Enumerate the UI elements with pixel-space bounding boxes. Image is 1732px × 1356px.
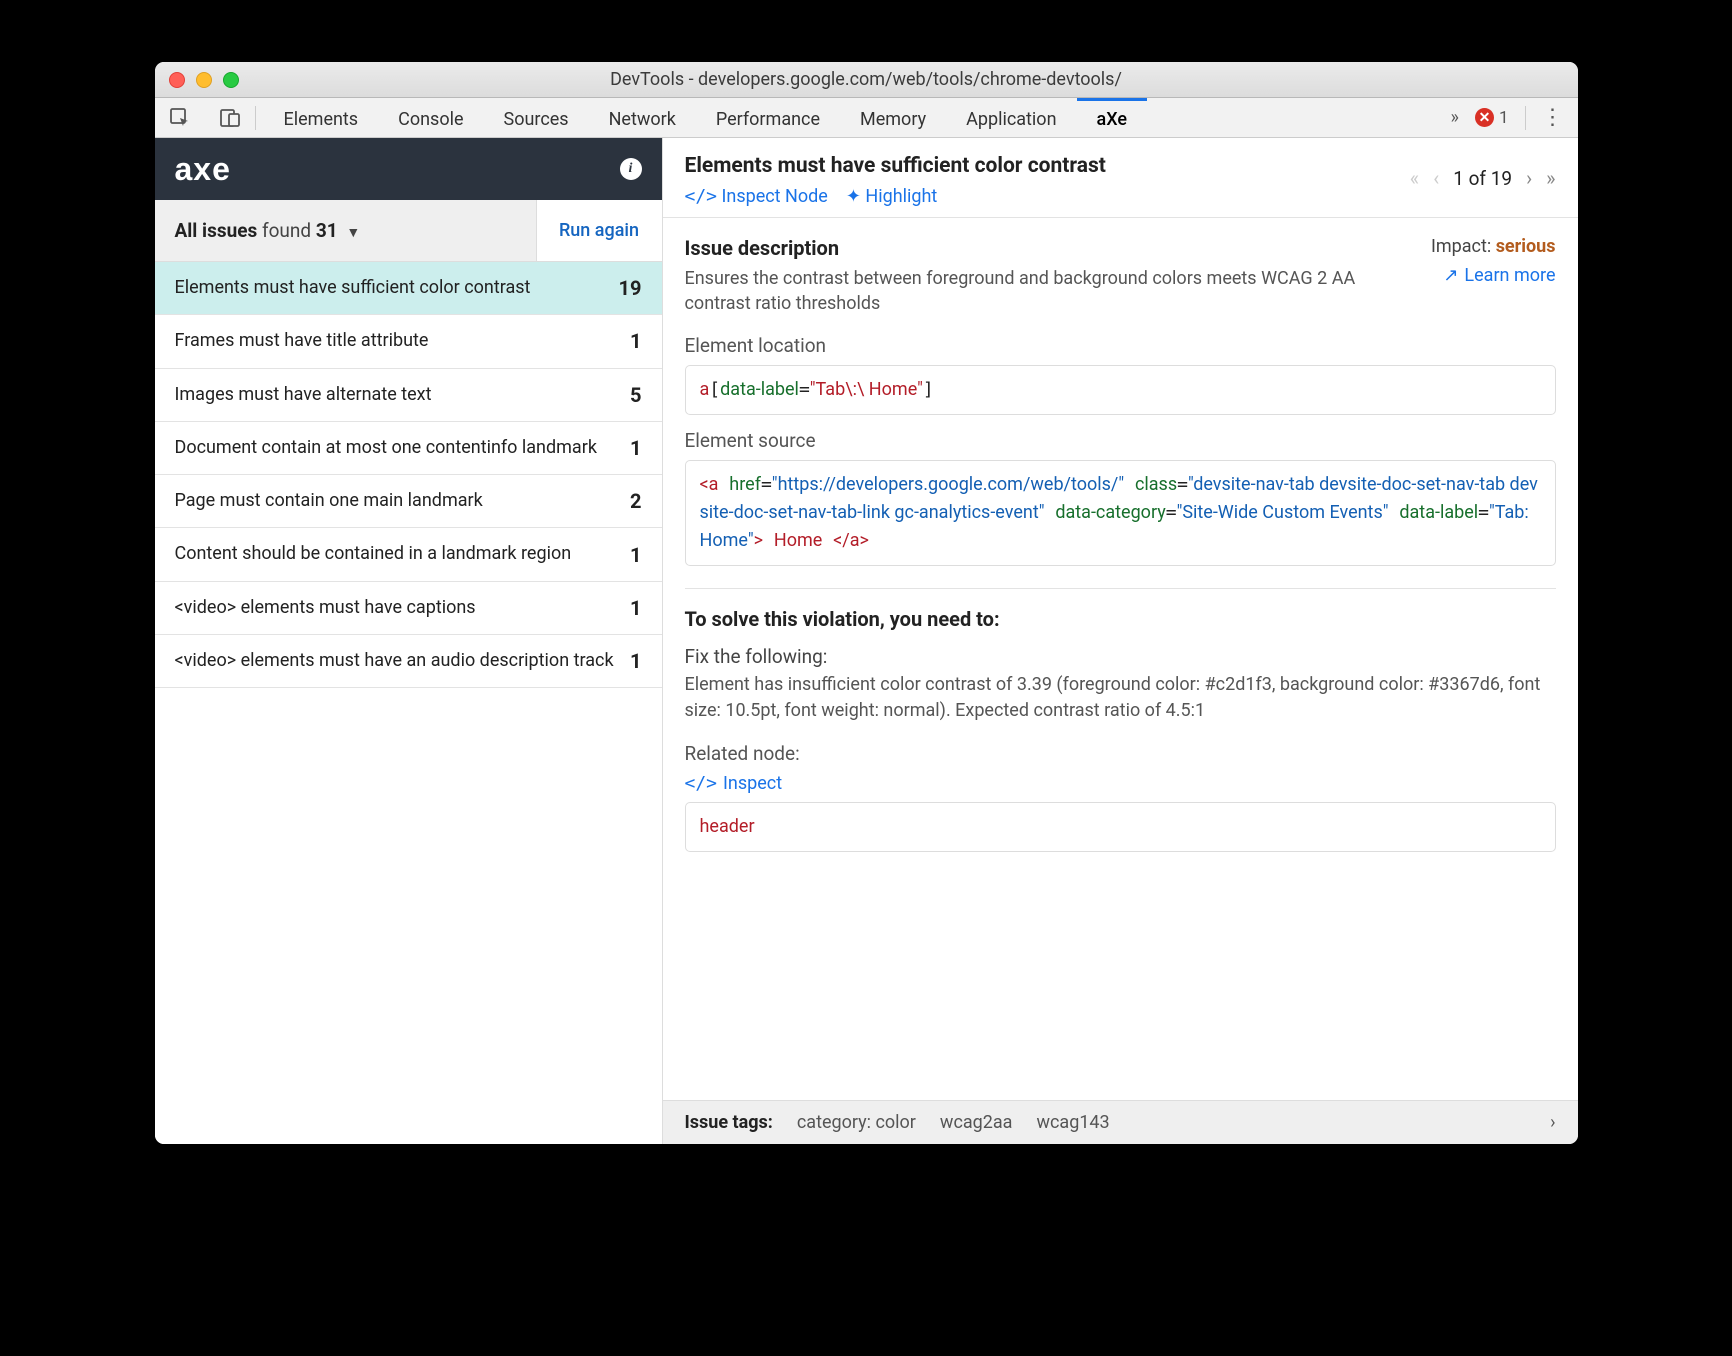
pager-next-icon[interactable]: › — [1526, 166, 1532, 190]
tab-axe[interactable]: aXe — [1077, 98, 1147, 137]
tab-console[interactable]: Console — [378, 98, 483, 137]
issue-row[interactable]: <video> elements must have an audio desc… — [155, 635, 662, 688]
detail-title: Elements must have sufficient color cont… — [685, 154, 1410, 178]
tab-network[interactable]: Network — [589, 98, 696, 137]
separator — [685, 588, 1556, 589]
issue-description-heading: Issue description — [685, 236, 1407, 260]
issue-row[interactable]: Content should be contained in a landmar… — [155, 528, 662, 581]
element-source-label: Element source — [685, 429, 1556, 452]
tab-application[interactable]: Application — [946, 98, 1076, 137]
tab-sources[interactable]: Sources — [484, 98, 589, 137]
fix-text: Element has insufficient color contrast … — [685, 672, 1556, 724]
issue-row[interactable]: <video> elements must have captions1 — [155, 582, 662, 635]
pager-last-icon[interactable]: » — [1546, 166, 1555, 190]
issues-list: Elements must have sufficient color cont… — [155, 262, 662, 1144]
issue-tags-label: Issue tags: — [685, 1112, 773, 1133]
tag: category: color — [797, 1112, 916, 1133]
detail-body: Issue description Ensures the contrast b… — [663, 218, 1578, 1100]
detail-header: Elements must have sufficient color cont… — [663, 138, 1578, 218]
fix-label: Fix the following: — [685, 645, 1556, 668]
issue-detail: Elements must have sufficient color cont… — [663, 138, 1578, 1144]
issue-row[interactable]: Document contain at most one contentinfo… — [155, 422, 662, 475]
pager: « ‹ 1 of 19 › » — [1410, 154, 1556, 190]
axe-logo: axe — [175, 151, 231, 188]
chevron-right-icon[interactable]: › — [1550, 1112, 1555, 1133]
devtools-window: DevTools - developers.google.com/web/too… — [155, 62, 1578, 1144]
issue-row[interactable]: Images must have alternate text5 — [155, 369, 662, 422]
issue-row[interactable]: Elements must have sufficient color cont… — [155, 262, 662, 315]
related-node-label: Related node: — [685, 742, 1556, 765]
window-title: DevTools - developers.google.com/web/too… — [155, 69, 1578, 90]
external-link-icon: ↗ — [1443, 265, 1458, 286]
device-toolbar-icon[interactable] — [205, 98, 255, 137]
learn-more-link[interactable]: ↗Learn more — [1431, 265, 1556, 286]
all-issues-label: All issues — [175, 219, 258, 242]
related-node-code: header — [685, 802, 1556, 852]
pager-text: 1 of 19 — [1453, 167, 1512, 190]
issue-tags-bar[interactable]: Issue tags: category: color wcag2aa wcag… — [663, 1100, 1578, 1144]
issue-row[interactable]: Frames must have title attribute1 — [155, 315, 662, 368]
axe-brand-bar: axe i — [155, 138, 662, 200]
all-issues-bar: All issues found 31 ▼ Run again — [155, 200, 662, 262]
impact-value: serious — [1496, 236, 1556, 257]
pager-prev-icon[interactable]: ‹ — [1433, 166, 1439, 190]
devtools-toolbar: Elements Console Sources Network Perform… — [155, 98, 1578, 138]
error-count: 1 — [1499, 108, 1509, 128]
element-location-code: a[data-label="a[data-label="Tab\:\ Home"… — [685, 365, 1556, 415]
impact-label: Impact: serious — [1431, 236, 1556, 257]
settings-kebab-icon[interactable]: ⋮ — [1542, 105, 1564, 130]
target-icon: ✦ — [846, 186, 861, 207]
pager-first-icon[interactable]: « — [1410, 166, 1419, 190]
run-again-button[interactable]: Run again — [536, 200, 662, 261]
info-icon[interactable]: i — [620, 158, 642, 180]
error-badge[interactable]: ✕ 1 — [1475, 108, 1509, 128]
separator — [1525, 106, 1526, 130]
chevron-down-icon: ▼ — [346, 225, 360, 241]
more-tabs-icon[interactable]: » — [1451, 107, 1459, 128]
panel-body: axe i All issues found 31 ▼ Run again El… — [155, 138, 1578, 1144]
tab-performance[interactable]: Performance — [696, 98, 840, 137]
tab-memory[interactable]: Memory — [840, 98, 946, 137]
tab-elements[interactable]: Elements — [264, 98, 379, 137]
inspect-link[interactable]: </>Inspect — [685, 773, 1556, 794]
all-issues-dropdown[interactable]: All issues found 31 ▼ — [155, 219, 536, 242]
code-icon: </> — [685, 773, 718, 794]
highlight-link[interactable]: ✦ Highlight — [846, 186, 937, 207]
inspect-node-link[interactable]: </> Inspect Node — [685, 186, 828, 207]
tag: wcag143 — [1036, 1112, 1109, 1133]
issue-row[interactable]: Page must contain one main landmark2 — [155, 475, 662, 528]
error-icon: ✕ — [1475, 108, 1494, 127]
issues-count: 31 — [316, 219, 338, 242]
devtools-tabs: Elements Console Sources Network Perform… — [264, 98, 1148, 137]
element-source-code: <a href="https://developers.google.com/w… — [685, 460, 1556, 566]
found-label: found — [262, 219, 311, 242]
solve-heading: To solve this violation, you need to: — [685, 607, 1556, 631]
tag: wcag2aa — [940, 1112, 1013, 1133]
issue-description-text: Ensures the contrast between foreground … — [685, 266, 1407, 316]
axe-sidebar: axe i All issues found 31 ▼ Run again El… — [155, 138, 663, 1144]
titlebar: DevTools - developers.google.com/web/too… — [155, 62, 1578, 98]
code-icon: </> — [685, 186, 718, 207]
separator — [255, 106, 256, 130]
element-location-label: Element location — [685, 334, 1556, 357]
inspect-element-icon[interactable] — [155, 98, 205, 137]
